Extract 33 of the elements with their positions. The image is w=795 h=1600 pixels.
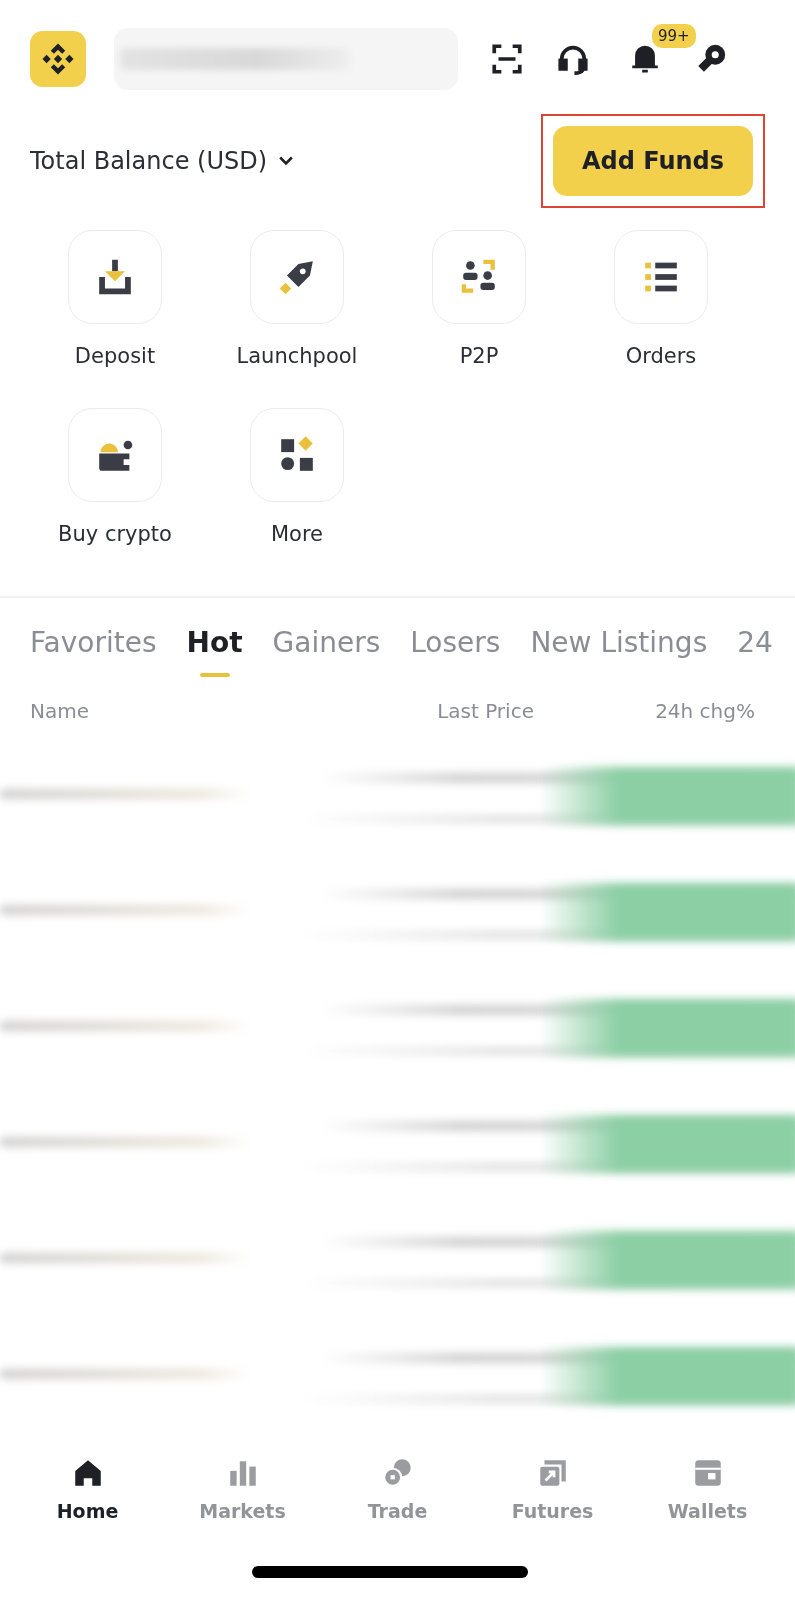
add-funds-button[interactable]: Add Funds [553, 126, 753, 196]
logo-icon[interactable] [30, 31, 86, 87]
shortcut-button[interactable] [614, 230, 708, 324]
column-header: Last Price [437, 699, 535, 723]
nav-tab[interactable]: Home [27, 1455, 148, 1523]
total-balance-dropdown[interactable]: Total Balance (USD) [30, 147, 294, 175]
market-tab[interactable]: 24 [737, 626, 773, 677]
shortcut-label: Deposit [74, 344, 156, 368]
market-tab[interactable]: Hot [186, 626, 243, 677]
nav-tab[interactable]: Markets [182, 1455, 303, 1523]
shortcut-button[interactable] [68, 408, 162, 502]
nav-tab[interactable]: Wallets [647, 1455, 768, 1523]
shortcut-label: Launchpool [236, 344, 358, 368]
market-tab[interactable]: Gainers [272, 626, 381, 677]
shortcut-button[interactable] [250, 230, 344, 324]
shortcut-button[interactable] [432, 230, 526, 324]
market-tab[interactable]: Losers [410, 626, 501, 677]
nav-tab[interactable]: Futures [492, 1455, 613, 1523]
shortcut-label: More [270, 522, 324, 546]
shortcut-label: P2P [459, 344, 499, 368]
shortcut-label: Orders [625, 344, 697, 368]
shortcut-label: Buy crypto [58, 522, 172, 546]
notification-badge: 99+ [652, 24, 696, 48]
chevron-down-icon [279, 156, 294, 166]
scan-icon[interactable] [490, 42, 524, 76]
shortcut-button[interactable] [250, 408, 344, 502]
market-tab[interactable]: Favorites [30, 626, 157, 677]
shortcut-button[interactable] [68, 230, 162, 324]
nav-tab[interactable]: Trade [337, 1455, 458, 1523]
column-header: Name [30, 699, 90, 723]
column-header: 24h chg% [655, 699, 755, 723]
search-field[interactable] [114, 28, 458, 90]
market-tab[interactable]: New Listings [530, 626, 708, 677]
